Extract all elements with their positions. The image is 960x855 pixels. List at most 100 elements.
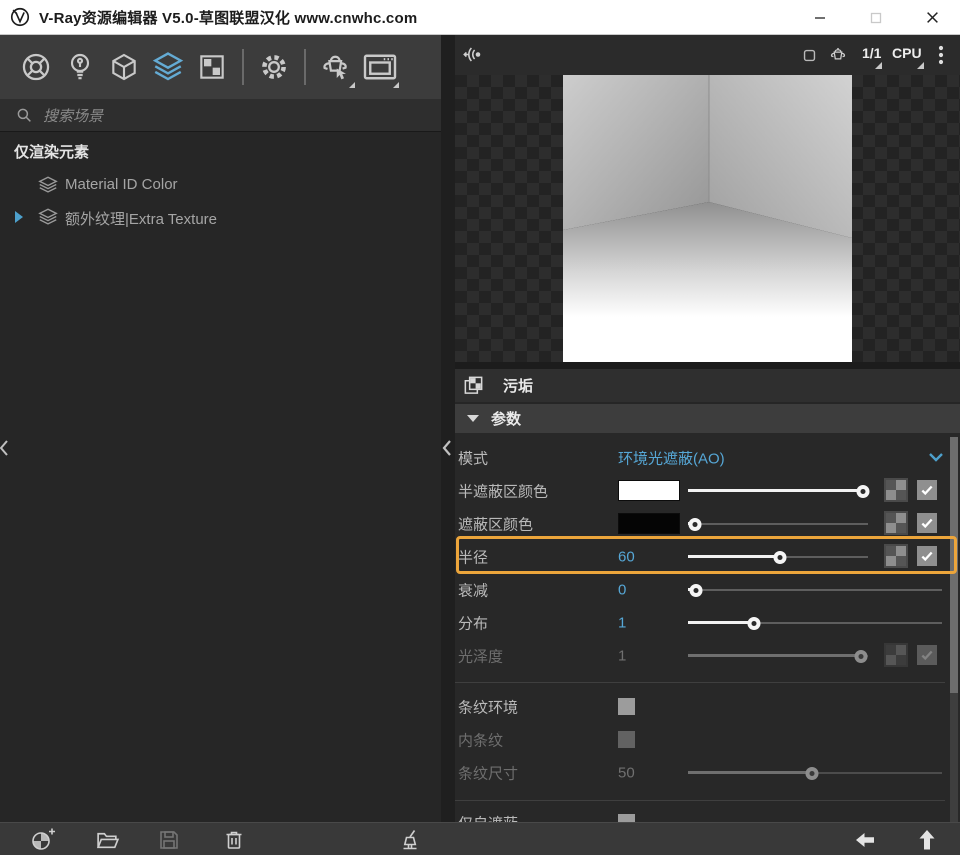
stop-render-icon[interactable] [801,47,818,64]
texture-section-header: 污垢 [455,369,960,402]
close-button[interactable] [904,0,960,35]
interactive-render-button[interactable] [314,42,358,92]
param-label: 分布 [458,612,488,633]
texture-slot-button[interactable] [884,544,908,568]
param-label: 内条纹 [458,729,503,750]
mode-dropdown[interactable]: 环境光遮蔽(AO) [618,447,725,468]
color-swatch[interactable] [618,513,680,534]
kebab-menu-icon[interactable] [938,45,944,65]
params-rollout-header[interactable]: 参数 [455,404,960,433]
list-item-extra-texture[interactable]: 额外纹理|Extra Texture [0,205,441,231]
param-label: 衰减 [458,579,488,600]
param-row-distribution: 分布 1 [455,606,960,639]
checkbox [618,731,635,748]
purge-unused-button[interactable] [397,827,423,853]
texture-slot-button[interactable] [884,478,908,502]
param-row-unoccluded-color: 半遮蔽区颜色 [455,474,960,507]
collapse-properties-panel-icon[interactable] [440,438,454,458]
minimize-button[interactable] [792,0,848,35]
toolbar-separator [304,49,306,85]
params-scrollbar[interactable] [950,437,958,822]
param-label: 条纹尺寸 [458,762,518,783]
slider-handle[interactable] [689,518,702,531]
radius-value[interactable]: 60 [618,548,635,565]
open-file-button[interactable] [94,827,120,853]
window-title: V-Ray资源编辑器 V5.0-草图联盟汉化 www.cnwhc.com [39,7,417,28]
delete-button[interactable] [221,827,247,853]
checkbox[interactable] [917,546,937,566]
param-label: 光泽度 [458,645,503,666]
bottom-toolbar [0,822,960,855]
search-placeholder: 搜索场景 [43,105,103,126]
texture-slot-button [884,643,908,667]
param-row-inner-stripes: 内条纹 [455,723,960,756]
frame-buffer-button[interactable] [358,42,402,92]
param-row-falloff: 衰减 0 [455,573,960,606]
frame-count-button[interactable]: 1/1 [862,45,881,61]
slider-handle[interactable] [856,485,869,498]
slider-handle[interactable] [773,551,786,564]
slider-handle [806,767,819,780]
checkbox[interactable] [917,480,937,500]
texture-slot-button[interactable] [884,511,908,535]
render-elements-tab-button[interactable] [146,42,190,92]
section-divider [455,362,960,369]
falloff-value[interactable]: 0 [618,581,626,598]
group-divider [455,682,945,683]
value-slider[interactable] [688,550,868,564]
engine-select-button[interactable]: CPU [892,45,922,61]
up-level-button[interactable] [914,827,940,853]
back-button[interactable] [852,827,878,853]
render-teapot-icon[interactable] [827,47,849,64]
save-button [156,827,182,853]
maximize-button[interactable] [848,0,904,35]
collapse-left-panel-icon[interactable] [0,437,11,459]
slider-handle[interactable] [689,584,702,597]
section-title: 污垢 [503,375,533,396]
list-item-material-id-color[interactable]: Material ID Color [0,173,441,199]
flyout-corner-icon [349,82,355,88]
value-slider[interactable] [688,484,868,498]
param-row-radius: 半径 60 [455,540,960,573]
checkbox[interactable] [917,513,937,533]
color-swatch[interactable] [618,480,680,501]
render-element-layers-icon [37,174,59,196]
search-icon [15,106,33,124]
scrollbar-thumb[interactable] [950,437,958,693]
hide-preview-icon[interactable] [463,46,485,63]
value-slider[interactable] [688,616,942,630]
flyout-corner-icon [393,82,399,88]
search-bar[interactable]: 搜索场景 [0,99,441,132]
value-slider[interactable] [688,583,942,597]
glossiness-value: 1 [618,647,626,664]
ao-preview-render [563,75,852,362]
titlebar: V-Ray资源编辑器 V5.0-草图联盟汉化 www.cnwhc.com [0,0,960,35]
panel-splitter[interactable] [441,35,455,822]
expand-arrow-icon[interactable] [15,211,23,223]
flyout-corner-icon [917,62,924,69]
slider-handle [854,650,867,663]
lights-tab-button[interactable] [58,42,102,92]
slider-handle[interactable] [748,617,761,630]
preview-toolbar: 1/1 CPU [455,35,960,75]
param-label: 模式 [458,447,488,468]
value-slider [688,649,868,663]
dirt-texture-icon [462,374,485,397]
param-label: 半径 [458,546,488,567]
textures-tab-button[interactable] [190,42,234,92]
geometry-tab-button[interactable] [102,42,146,92]
list-item-label: Material ID Color [65,176,178,193]
stripe-size-value: 50 [618,764,635,781]
distribution-value[interactable]: 1 [618,614,626,631]
param-row-striped-environment: 条纹环境 [455,690,960,723]
param-label: 遮蔽区颜色 [458,513,533,534]
add-asset-button[interactable] [30,827,56,853]
settings-button[interactable] [252,42,296,92]
chevron-down-icon[interactable] [928,450,944,464]
materials-tab-button[interactable] [14,42,58,92]
checkbox[interactable] [618,698,635,715]
checkbox [917,645,937,665]
value-slider [688,766,942,780]
value-slider[interactable] [688,517,868,531]
asset-list-panel: 搜索场景 仅渲染元素 Material ID Color 额外纹理|Extra … [0,35,441,822]
